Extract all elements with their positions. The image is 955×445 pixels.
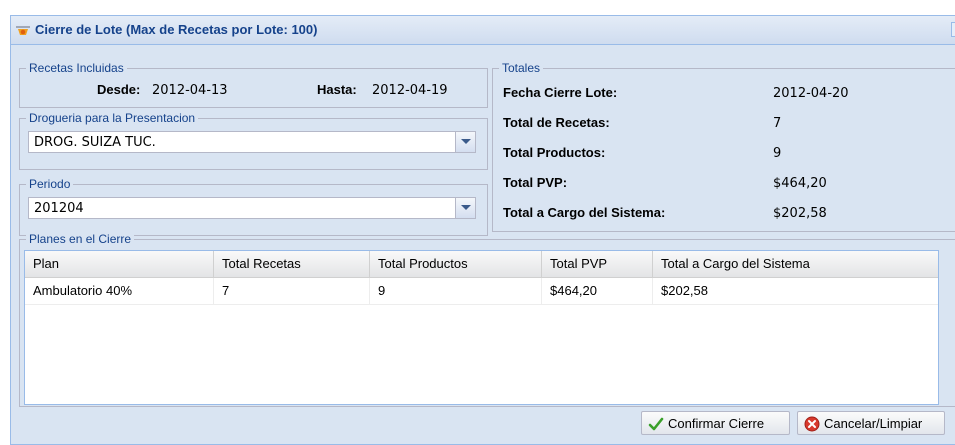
planes-legend: Planes en el Cierre — [26, 232, 135, 246]
cancel-icon — [804, 416, 820, 432]
periodo-fieldset: Periodo 201204 — [19, 177, 488, 236]
totales-value-productos: 9 — [773, 146, 782, 161]
planes-grid: Plan Total Recetas Total Productos Total… — [24, 250, 939, 405]
cell-total-pvp: $464,20 — [542, 278, 653, 304]
column-header-plan[interactable]: Plan — [25, 251, 214, 277]
periodo-select[interactable]: 201204 — [28, 197, 476, 219]
chevron-down-icon — [461, 205, 471, 210]
hasta-value: 2012-04-19 — [372, 83, 448, 98]
totales-label-productos: Total Productos: — [503, 145, 606, 160]
column-header-total-cargo[interactable]: Total a Cargo del Sistema — [653, 251, 938, 277]
drogueria-dropdown-button[interactable] — [455, 132, 475, 152]
periodo-legend: Periodo — [26, 177, 74, 191]
drogueria-select[interactable]: DROG. SUIZA TUC. — [28, 131, 476, 153]
cancelar-limpiar-button[interactable]: Cancelar/Limpiar — [797, 411, 945, 435]
hasta-label: Hasta: — [317, 82, 357, 97]
confirmar-cierre-label: Confirmar Cierre — [668, 416, 765, 431]
confirmar-cierre-button[interactable]: Confirmar Cierre — [641, 411, 790, 435]
totales-value-pvp: $464,20 — [773, 176, 827, 191]
check-icon — [648, 417, 664, 431]
totales-legend: Totales — [499, 61, 544, 75]
totales-value-recetas: 7 — [773, 116, 782, 131]
chevron-down-icon — [461, 139, 471, 144]
recetas-fieldset: Recetas Incluidas Desde: 2012-04-13 Hast… — [19, 61, 488, 108]
desde-value: 2012-04-13 — [152, 83, 228, 98]
column-header-total-recetas[interactable]: Total Recetas — [214, 251, 370, 277]
periodo-value: 201204 — [34, 201, 84, 216]
totales-value-fecha: 2012-04-20 — [773, 86, 849, 101]
column-header-total-pvp[interactable]: Total PVP — [542, 251, 653, 277]
totales-label-fecha: Fecha Cierre Lote: — [503, 85, 618, 100]
totales-label-recetas: Total de Recetas: — [503, 115, 610, 130]
window-titlebar[interactable]: Cierre de Lote (Max de Recetas por Lote:… — [11, 16, 955, 45]
table-row[interactable]: Ambulatorio 40% 7 9 $464,20 $202,58 — [25, 278, 938, 305]
grid-header: Plan Total Recetas Total Productos Total… — [25, 251, 938, 278]
totales-fieldset: Totales Fecha Cierre Lote: 2012-04-20 To… — [492, 61, 955, 232]
drogueria-fieldset: Drogueria para la Presentacion DROG. SUI… — [19, 111, 488, 170]
cell-total-cargo: $202,58 — [661, 283, 708, 298]
desde-label: Desde: — [97, 82, 141, 97]
totales-label-pvp: Total PVP: — [503, 175, 568, 190]
close-button[interactable]: × — [951, 22, 955, 37]
cell-total-productos: 9 — [370, 278, 542, 304]
drogueria-value: DROG. SUIZA TUC. — [34, 135, 156, 150]
periodo-dropdown-button[interactable] — [455, 198, 475, 218]
totales-value-cargo: $202,58 — [773, 206, 827, 221]
cell-total-recetas: 7 — [214, 278, 370, 304]
column-header-total-productos[interactable]: Total Productos — [370, 251, 542, 277]
cancelar-limpiar-label: Cancelar/Limpiar — [824, 416, 923, 431]
drogueria-legend: Drogueria para la Presentacion — [26, 111, 199, 125]
totales-label-cargo: Total a Cargo del Sistema: — [503, 205, 666, 220]
window-icon — [16, 26, 30, 35]
recetas-legend: Recetas Incluidas — [26, 61, 127, 75]
window-title: Cierre de Lote (Max de Recetas por Lote:… — [35, 22, 318, 37]
cell-plan: Ambulatorio 40% — [25, 278, 214, 304]
